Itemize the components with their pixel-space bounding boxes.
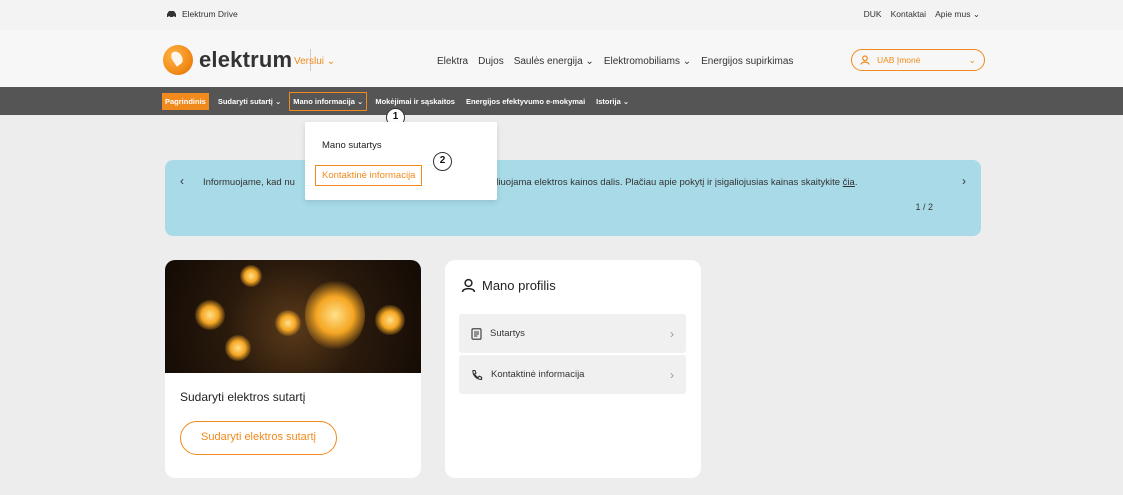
profile-row-sutartys-label: Sutartys bbox=[490, 328, 525, 339]
banner-pager: 1 / 2 bbox=[915, 202, 933, 212]
chevron-down-icon: ⌄ bbox=[274, 96, 282, 106]
kontaktai-link[interactable]: Kontaktai bbox=[891, 9, 926, 20]
top-strip: Elektrum Drive DUK Kontaktai Apie mus ⌄ bbox=[0, 0, 1123, 30]
light-bulbs-image bbox=[165, 260, 421, 373]
banner-text-right-label: uliuojama elektros kainos dalis. Plačiau… bbox=[491, 177, 841, 188]
profile-row-sutartys[interactable]: Sutartys › bbox=[459, 314, 686, 353]
nav-elektra[interactable]: Elektra bbox=[437, 56, 468, 67]
nav-saules-energija[interactable]: Saulės energija ⌄ bbox=[514, 56, 594, 67]
profile-card: Mano profilis Sutartys › Kontaktinė info… bbox=[445, 260, 701, 478]
elektrum-drive-label: Elektrum Drive bbox=[182, 9, 238, 19]
main-header: elektrum Verslui ⌄ Elektra Dujos Saulės … bbox=[0, 30, 1123, 87]
apie-mus-link[interactable]: Apie mus ⌄ bbox=[935, 9, 980, 20]
user-icon bbox=[860, 55, 870, 65]
subnav-mokejimai[interactable]: Mokėjimai ir sąskaitos bbox=[373, 94, 457, 109]
user-icon bbox=[461, 278, 476, 293]
banner-text-right: uliuojama elektros kainos dalis. Plačiau… bbox=[491, 177, 858, 188]
mano-informacija-dropdown: Mano sutartys Kontaktinė informacija bbox=[305, 122, 497, 200]
segment-label: Verslui bbox=[294, 56, 325, 67]
profile-card-title: Mano profilis bbox=[461, 278, 556, 293]
chevron-down-icon: ⌄ bbox=[972, 9, 980, 19]
subnav-pagrindinis[interactable]: Pagrindinis bbox=[162, 92, 209, 110]
subnav-istorija-label: Istorija bbox=[596, 96, 621, 106]
nav-dujos[interactable]: Dujos bbox=[478, 56, 504, 67]
subnav-e-mokymai[interactable]: Energijos efektyvumo e-mokymai bbox=[464, 94, 587, 109]
nav-elektromobiliams[interactable]: Elektromobiliams ⌄ bbox=[604, 56, 691, 67]
subnav-istorija[interactable]: Istorija ⌄ bbox=[594, 94, 631, 109]
logo-wordmark: elektrum bbox=[199, 47, 293, 72]
nav-saules-label: Saulės energija bbox=[513, 56, 583, 67]
profile-row-kontaktine-label: Kontaktinė informacija bbox=[491, 369, 585, 380]
car-icon bbox=[167, 10, 176, 19]
chevron-down-icon: ⌄ bbox=[585, 56, 594, 67]
chevron-down-icon: ⌄ bbox=[682, 56, 692, 67]
contract-card-title: Sudaryti elektros sutartį bbox=[180, 390, 306, 404]
subnav-sudaryti-label: Sudaryti sutartį bbox=[217, 96, 273, 106]
elektrum-logo[interactable]: elektrum bbox=[163, 45, 312, 75]
apie-mus-label: Apie mus bbox=[935, 9, 971, 19]
utility-links: DUK Kontaktai Apie mus ⌄ bbox=[864, 9, 980, 20]
chevron-right-icon: › bbox=[670, 367, 674, 382]
chevron-right-icon: › bbox=[670, 326, 674, 341]
subnav-sudaryti-sutarti[interactable]: Sudaryti sutartį ⌄ bbox=[216, 94, 283, 109]
duk-link[interactable]: DUK bbox=[864, 9, 882, 20]
subnav-mano-informacija[interactable]: Mano informacija ⌄ bbox=[289, 91, 368, 111]
account-name: UAB Įmonė bbox=[877, 55, 921, 65]
chevron-down-icon: ⌄ bbox=[968, 54, 976, 65]
step-callout-2: 2 bbox=[433, 152, 452, 171]
main-nav: Elektra Dujos Saulės energija ⌄ Elektrom… bbox=[437, 56, 793, 67]
sub-navigation: Pagrindinis Sudaryti sutartį ⌄ Mano info… bbox=[0, 87, 1123, 115]
elektrum-drive-link[interactable]: Elektrum Drive bbox=[166, 9, 238, 19]
nav-elektromobiliams-label: Elektromobiliams bbox=[603, 56, 680, 67]
info-banner: ‹ Informuojame, kad nu uliuojama elektro… bbox=[165, 160, 981, 236]
banner-link[interactable]: čia bbox=[843, 177, 855, 188]
dropdown-item-kontaktine-informacija[interactable]: Kontaktinė informacija bbox=[315, 165, 423, 186]
contract-card: Sudaryti elektros sutartį Sudaryti elekt… bbox=[165, 260, 421, 478]
phone-icon bbox=[472, 369, 483, 380]
elektrum-logo-mark bbox=[163, 45, 193, 75]
dropdown-item-mano-sutartys[interactable]: Mano sutartys bbox=[322, 140, 382, 151]
account-selector[interactable]: UAB Įmonė ⌄ bbox=[851, 49, 985, 71]
chevron-down-icon: ⌄ bbox=[326, 56, 336, 67]
create-contract-button[interactable]: Sudaryti elektros sutartį bbox=[180, 421, 337, 455]
profile-title-label: Mano profilis bbox=[482, 278, 556, 293]
chevron-right-icon[interactable]: › bbox=[962, 174, 966, 188]
subnav-mano-label: Mano informacija bbox=[293, 96, 355, 106]
chevron-left-icon[interactable]: ‹ bbox=[180, 174, 184, 188]
nav-energijos-supirkimas[interactable]: Energijos supirkimas bbox=[701, 56, 793, 67]
document-icon bbox=[471, 327, 482, 340]
chevron-down-icon: ⌄ bbox=[357, 96, 364, 106]
banner-text-left: Informuojame, kad nu bbox=[203, 177, 295, 188]
segment-selector[interactable]: Verslui ⌄ bbox=[294, 56, 335, 67]
profile-row-kontaktine-informacija[interactable]: Kontaktinė informacija › bbox=[459, 355, 686, 394]
chevron-down-icon: ⌄ bbox=[622, 96, 630, 106]
